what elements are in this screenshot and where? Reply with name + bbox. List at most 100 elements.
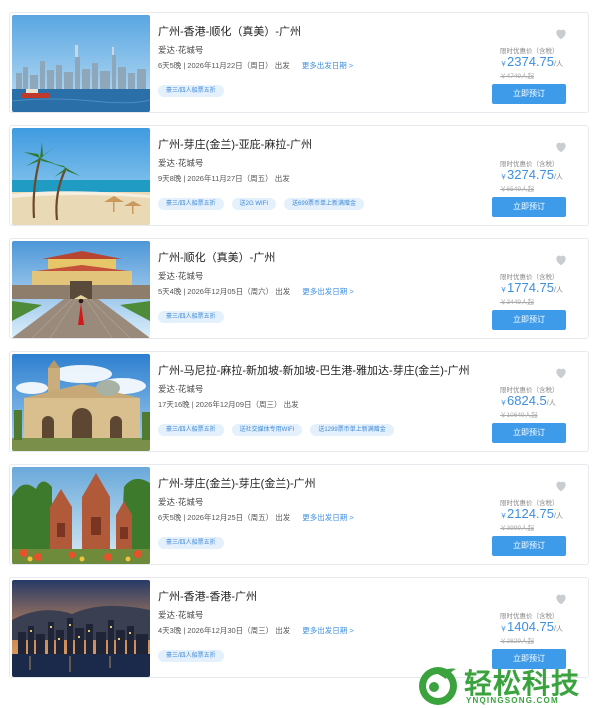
trip-meta: 5天4晚 | 2026年12月05日（周六） 出发 更多出发日期 >	[158, 287, 468, 297]
route-title[interactable]: 广州-香港-香港-广州	[158, 590, 468, 604]
cruise-photo-beach[interactable]	[12, 128, 150, 225]
trip-meta: 4天3晚 | 2026年12月30日（周三） 出发 更多出发日期 >	[158, 626, 468, 636]
route-title[interactable]: 广州-顺化（真美）-广州	[158, 251, 468, 265]
separator: |	[191, 400, 194, 409]
watermark: 轻松科技 YNQINGSONG.COM	[416, 663, 600, 708]
original-price: ￥3999人起	[500, 525, 534, 532]
trip-meta: 17天16晚 | 2026年12月09日（周三） 出发	[158, 400, 468, 410]
departure-date: 2026年11月22日（周日）	[187, 61, 273, 70]
watermark-logo-icon	[419, 667, 457, 705]
tag-list: 豪三/四人船票五折	[158, 531, 468, 549]
price-value: 3274.75	[507, 167, 554, 182]
promo-tag: 豪三/四人船票五折	[158, 650, 224, 662]
duration: 4天3晚	[158, 626, 182, 635]
duration: 17天16晚	[158, 400, 190, 409]
heart-icon[interactable]	[554, 253, 568, 267]
route-title[interactable]: 广州-芽庄(金兰)-亚庇-麻拉-广州	[158, 138, 468, 152]
separator: |	[183, 513, 186, 522]
cruise-photo-cham-towers[interactable]	[12, 467, 150, 564]
original-price: ￥10649人起	[500, 412, 538, 419]
price-value: 1404.75	[507, 619, 554, 634]
ship-name: 爱达·花城号	[158, 610, 204, 620]
tag-list: 豪三/四人船票五折	[158, 79, 468, 97]
trip-meta: 6天5晚 | 2026年12月25日（周五） 出发 更多出发日期 >	[158, 513, 468, 523]
price-unit: /人	[554, 513, 563, 520]
separator: |	[183, 174, 186, 183]
heart-icon[interactable]	[554, 479, 568, 493]
currency-symbol: ￥	[500, 61, 507, 68]
tag-list: 豪三/四人船票五折	[158, 644, 468, 662]
more-dates-link[interactable]: 更多出发日期 >	[302, 513, 353, 522]
depart-label: 出发	[283, 400, 299, 409]
promo-tag: 豪三/四人船票五折	[158, 198, 224, 210]
route-title[interactable]: 广州-芽庄(金兰)-芽庄(金兰)-广州	[158, 477, 468, 491]
cruise-photo-manila[interactable]	[12, 354, 150, 451]
more-dates-link[interactable]: 更多出发日期 >	[302, 61, 353, 70]
price: ￥2374.75/人	[500, 53, 563, 71]
promo-tag: 送社交媒体专用WIFI	[231, 424, 303, 436]
price: ￥1774.75/人	[500, 279, 563, 297]
promo-tag: 送699票币单上新满赠金	[284, 198, 365, 210]
price-unit: /人	[554, 174, 563, 181]
heart-icon[interactable]	[554, 366, 568, 380]
departure-date: 2026年12月30日（周三）	[187, 626, 274, 635]
cruise-photo-hong-kong[interactable]	[12, 15, 150, 112]
original-price: ￥4749人起	[500, 73, 534, 80]
book-now-button[interactable]: 立即预订	[492, 310, 566, 330]
departure-date: 2026年12月09日（周三）	[195, 400, 282, 409]
price-value: 6824.5	[507, 393, 547, 408]
duration: 6天5晚	[158, 61, 182, 70]
promo-tag: 豪三/四人船票五折	[158, 311, 224, 323]
currency-symbol: ￥	[500, 626, 507, 633]
separator: |	[183, 61, 186, 70]
original-price: ￥6549人起	[500, 186, 534, 193]
promo-tag: 豪三/四人船票五折	[158, 537, 224, 549]
cruise-card[interactable]: 广州-芽庄(金兰)-芽庄(金兰)-广州 爱达·花城号 6天5晚 | 2026年12月…	[9, 464, 589, 565]
book-now-button[interactable]: 立即预订	[492, 84, 566, 104]
duration: 5天4晚	[158, 287, 182, 296]
separator: |	[183, 287, 186, 296]
price-unit: /人	[554, 626, 563, 633]
price-value: 2374.75	[507, 54, 554, 69]
heart-icon[interactable]	[554, 27, 568, 41]
cruise-photo-hong-kong-night[interactable]	[12, 580, 150, 677]
price: ￥1404.75/人	[500, 618, 563, 636]
cruise-card[interactable]: 广州-芽庄(金兰)-亚庇-麻拉-广州 爱达·花城号 9天8晚 | 2026年11月2…	[9, 125, 589, 226]
promo-tag: 豪三/四人船票五折	[158, 424, 224, 436]
promo-tag: 送1299票币单上新满赠金	[310, 424, 394, 436]
depart-label: 出发	[275, 626, 291, 635]
more-dates-link[interactable]: 更多出发日期 >	[302, 626, 353, 635]
book-now-button[interactable]: 立即预订	[492, 423, 566, 443]
departure-date: 2026年11月27日（周五）	[187, 174, 273, 183]
ship-name: 爱达·花城号	[158, 384, 204, 394]
price-value: 2124.75	[507, 506, 554, 521]
trip-meta: 9天8晚 | 2026年11月27日（周五） 出发	[158, 174, 468, 184]
ship-name: 爱达·花城号	[158, 45, 204, 55]
duration: 6天5晚	[158, 513, 182, 522]
cruise-card[interactable]: 广州-顺化（真美）-广州 爱达·花城号 5天4晚 | 2026年12月05日（周六）…	[9, 238, 589, 339]
tag-list: 豪三/四人船票五折	[158, 305, 468, 323]
price-unit: /人	[554, 287, 563, 294]
book-now-button[interactable]: 立即预订	[492, 536, 566, 556]
more-dates-link[interactable]: 更多出发日期 >	[302, 287, 353, 296]
currency-symbol: ￥	[500, 174, 507, 181]
departure-date: 2026年12月25日（周五）	[187, 513, 274, 522]
cruise-card[interactable]: 广州-香港-顺化（真美）-广州 爱达·花城号 6天5晚 | 2026年11月22日（…	[9, 12, 589, 113]
ship-name: 爱达·花城号	[158, 158, 204, 168]
price: ￥6824.5/人	[500, 392, 556, 410]
route-title[interactable]: 广州-马尼拉-麻拉-新加坡-新加坡-巴生港-雅加达-芽庄(金兰)-广州	[158, 364, 470, 378]
cruise-card[interactable]: 广州-马尼拉-麻拉-新加坡-新加坡-巴生港-雅加达-芽庄(金兰)-广州 爱达·花…	[9, 351, 589, 452]
currency-symbol: ￥	[500, 513, 507, 520]
heart-icon[interactable]	[554, 592, 568, 606]
price-unit: /人	[546, 400, 556, 407]
heart-icon[interactable]	[554, 140, 568, 154]
depart-label: 出发	[275, 287, 291, 296]
book-now-button[interactable]: 立即预订	[492, 197, 566, 217]
currency-symbol: ￥	[500, 400, 507, 407]
watermark-url: YNQINGSONG.COM	[466, 696, 559, 705]
depart-label: 出发	[274, 61, 290, 70]
route-title[interactable]: 广州-香港-顺化（真美）-广州	[158, 25, 468, 39]
cruise-photo-hue[interactable]	[12, 241, 150, 338]
price-unit: /人	[554, 61, 563, 68]
separator: |	[183, 626, 186, 635]
